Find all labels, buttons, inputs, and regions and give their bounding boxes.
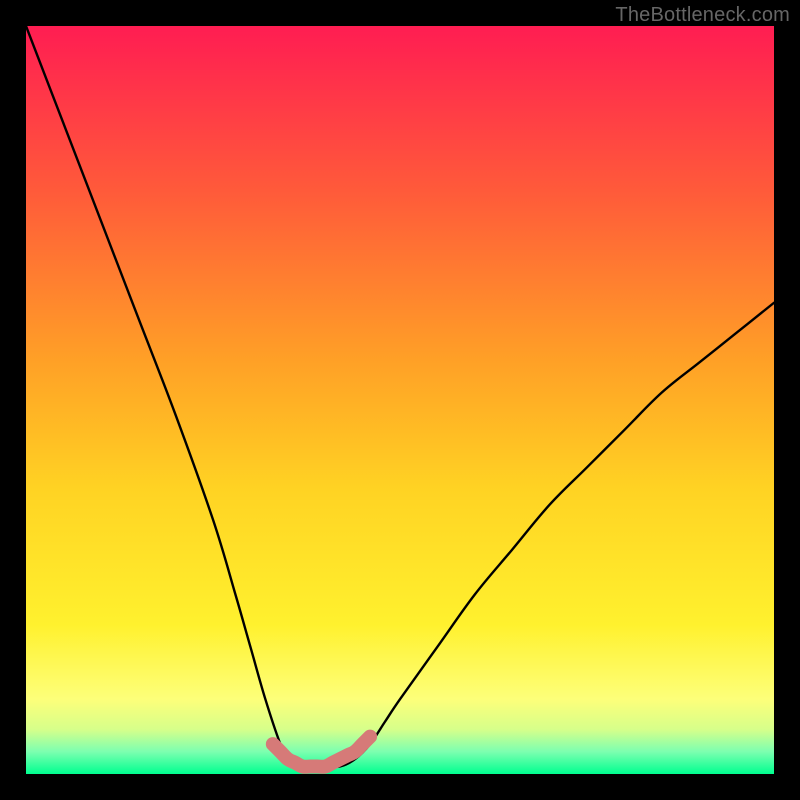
chart-plot-area bbox=[26, 26, 774, 774]
gradient-background bbox=[26, 26, 774, 774]
bottleneck-chart bbox=[26, 26, 774, 774]
chart-frame: TheBottleneck.com bbox=[0, 0, 800, 800]
watermark-label: TheBottleneck.com bbox=[615, 4, 790, 27]
